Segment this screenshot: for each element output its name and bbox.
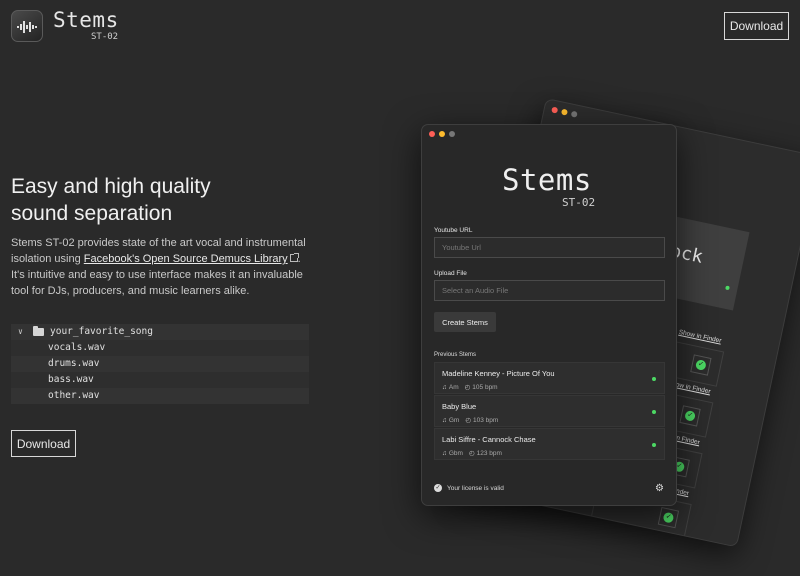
music-note-icon: ♫ (442, 383, 447, 391)
music-note-icon: ♫ (442, 416, 447, 424)
stem-title: Labi Siffre - Cannock Chase (442, 435, 536, 444)
brand-name: Stems (53, 8, 119, 32)
close-dot-icon[interactable] (429, 131, 435, 137)
app-logo[interactable] (11, 10, 43, 42)
license-text: Your license is valid (447, 484, 504, 492)
tree-file-row[interactable]: drums.wav (11, 356, 309, 372)
upload-file-placeholder: Select an Audio File (442, 286, 509, 295)
checkbox[interactable]: ✓ (679, 405, 701, 427)
file-name: other.wav (48, 390, 100, 402)
stem-bpm: 123 bpm (476, 449, 502, 457)
waveform-icon (17, 21, 37, 33)
check-icon: ✓ (694, 359, 707, 371)
download-button-header[interactable]: Download (724, 12, 789, 40)
license-status: ✓ Your license is valid (434, 484, 504, 492)
show-in-finder-link[interactable]: Show in Finder (678, 329, 722, 345)
stem-list-item[interactable]: Baby Blue ♫ Gm ◴ 103 bpm (434, 395, 665, 427)
upload-file-input[interactable]: Select an Audio File (434, 280, 665, 301)
file-name: drums.wav (48, 358, 100, 370)
tree-folder-row[interactable]: ∨ your_favorite_song (11, 324, 309, 340)
status-dot (652, 443, 656, 447)
stem-key: Am (448, 383, 459, 391)
file-tree: ∨ your_favorite_song vocals.wav drums.wa… (11, 324, 309, 404)
stem-bpm: 105 bpm (472, 383, 498, 391)
tree-file-row[interactable]: other.wav (11, 388, 309, 404)
status-dot (652, 410, 656, 414)
check-icon: ✓ (684, 409, 696, 422)
file-name: bass.wav (48, 374, 94, 386)
stem-title: Baby Blue (442, 402, 477, 411)
app-title: Stems (502, 163, 592, 197)
stem-title: Madeline Kenney - Picture Of You (442, 369, 555, 378)
youtube-url-placeholder: Youtube Url (442, 243, 481, 252)
stem-meta: ♫ Gm ◴ 103 bpm (442, 416, 499, 425)
youtube-url-label: Youtube URL (434, 227, 473, 234)
folder-name: your_favorite_song (50, 326, 153, 338)
zoom-dot-icon[interactable] (570, 110, 578, 118)
minimize-dot-icon[interactable] (439, 131, 445, 137)
tempo-icon: ◴ (465, 417, 472, 424)
file-name: vocals.wav (48, 342, 106, 354)
upload-file-label: Upload File (434, 270, 467, 277)
tempo-icon: ◴ (468, 450, 475, 457)
music-note-icon: ♫ (442, 449, 447, 457)
checkbox[interactable]: ✓ (657, 506, 680, 529)
stem-list-item[interactable]: Labi Siffre - Cannock Chase ♫ Gbm ◴ 123 … (434, 428, 665, 460)
gear-icon[interactable]: ⚙ (655, 483, 664, 494)
app-subtitle: ST-02 (562, 196, 596, 209)
close-dot-icon[interactable] (551, 106, 559, 114)
youtube-url-input[interactable]: Youtube Url (434, 237, 665, 258)
checkbox[interactable]: ✓ (690, 354, 712, 376)
app-window: Stems ST-02 Youtube URL Youtube Url Uplo… (421, 124, 677, 506)
chevron-down-icon: ∨ (18, 327, 23, 337)
window-controls (551, 106, 578, 118)
brand-subtitle: ST-02 (91, 32, 119, 42)
tree-file-row[interactable]: vocals.wav (11, 340, 309, 356)
tree-file-row[interactable]: bass.wav (11, 372, 309, 388)
stem-key: Gm (448, 416, 460, 424)
demucs-link[interactable]: Facebook's Open Source Demucs Library (84, 253, 288, 265)
status-dot (652, 377, 656, 381)
check-circle-icon: ✓ (434, 484, 442, 492)
hero-headline: Easy and high quality sound separation (11, 173, 311, 227)
stem-meta: ♫ Gbm ◴ 123 bpm (442, 449, 502, 458)
previous-stems-label: Previous Stems (434, 352, 477, 358)
stem-key: Gbm (448, 449, 463, 457)
window-controls (429, 131, 455, 137)
external-link-icon (289, 253, 299, 262)
stem-bpm: 103 bpm (473, 416, 499, 424)
brand[interactable]: Stems ST-02 (53, 8, 119, 42)
hero-description: Stems ST-02 provides state of the art vo… (11, 235, 311, 299)
folder-icon (33, 325, 44, 336)
stem-meta: ♫ Am ◴ 105 bpm (442, 383, 498, 392)
headline-line-2: sound separation (11, 202, 173, 225)
create-stems-button[interactable]: Create Stems (434, 312, 496, 332)
tempo-icon: ◴ (464, 384, 471, 391)
headline-line-1: Easy and high quality (11, 175, 211, 198)
minimize-dot-icon[interactable] (560, 108, 569, 116)
check-icon: ✓ (662, 511, 675, 524)
zoom-dot-icon[interactable] (449, 131, 455, 137)
download-button-hero[interactable]: Download (11, 430, 76, 457)
stem-list-item[interactable]: Madeline Kenney - Picture Of You ♫ Am ◴ … (434, 362, 665, 394)
